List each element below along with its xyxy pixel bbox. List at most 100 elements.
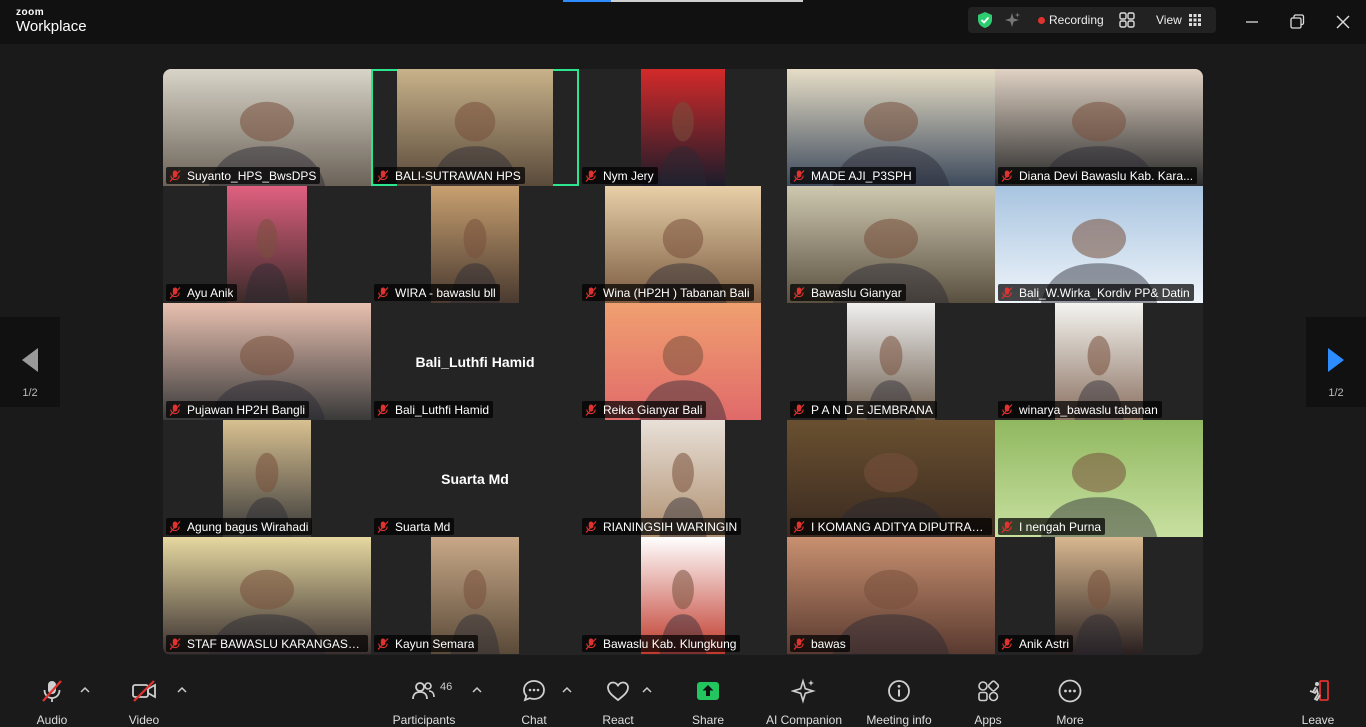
- audio-button[interactable]: Audio: [32, 678, 72, 727]
- participant-tile[interactable]: Bali_W.Wirka_Kordiv PP& Datin: [995, 186, 1203, 303]
- video-options-chevron-icon[interactable]: [177, 686, 187, 694]
- participant-tile[interactable]: Suyanto_HPS_BwsDPS: [163, 69, 371, 186]
- muted-mic-icon: [1001, 403, 1013, 416]
- participant-tile[interactable]: Diana Devi Bawaslu Kab. Kara...: [995, 69, 1203, 186]
- react-options-chevron-icon[interactable]: [642, 686, 652, 694]
- participants-options-chevron-icon[interactable]: [472, 686, 482, 694]
- participant-name-tag: Suarta Md: [374, 518, 455, 535]
- shield-check-icon[interactable]: [976, 11, 994, 29]
- participant-name-tag: winarya_bawaslu tabanan: [998, 401, 1162, 418]
- participant-name: MADE AJI_P3SPH: [811, 168, 912, 183]
- participant-name: Wina (HP2H ) Tabanan Bali: [603, 285, 750, 300]
- participant-tile[interactable]: Bawaslu Gianyar: [787, 186, 995, 303]
- participant-tile[interactable]: RIANINGSIH WARINGIN: [579, 420, 787, 537]
- brand-top: zoom: [16, 7, 45, 18]
- info-icon: [888, 680, 910, 702]
- title-bar: zoom Workplace Recording View: [0, 0, 1366, 44]
- participant-name-tag: BALI-SUTRAWAN HPS: [374, 167, 525, 184]
- audio-options-chevron-icon[interactable]: [80, 686, 90, 694]
- muted-mic-icon: [585, 403, 597, 416]
- heart-icon: [607, 681, 629, 702]
- meeting-toolbar: Audio Video Participants 46 Chat React S…: [0, 670, 1366, 727]
- participant-tile[interactable]: WIRA - bawaslu bll: [371, 186, 579, 303]
- participant-name: Bali_W.Wirka_Kordiv PP& Datin: [1019, 285, 1190, 300]
- video-button[interactable]: Video: [124, 678, 164, 727]
- participant-tile[interactable]: Pujawan HP2H Bangli: [163, 303, 371, 420]
- muted-mic-icon: [793, 169, 805, 182]
- muted-mic-icon: [1001, 637, 1013, 650]
- previous-page-button[interactable]: 1/2: [0, 317, 60, 407]
- participant-tile[interactable]: Reika Gianyar Bali: [579, 303, 787, 420]
- participant-name-tag: Bawaslu Kab. Klungkung: [582, 635, 741, 652]
- participant-name-tag: STAF BAWASLU KARANGASE...: [166, 635, 368, 652]
- muted-mic-icon: [793, 286, 805, 299]
- ai-companion-sparkle-icon: [791, 678, 816, 704]
- participant-tile[interactable]: STAF BAWASLU KARANGASE...: [163, 537, 371, 654]
- chat-options-chevron-icon[interactable]: [562, 686, 572, 694]
- close-icon[interactable]: [1331, 10, 1355, 34]
- participant-name: Suarta Md: [395, 519, 451, 534]
- participant-tile[interactable]: MADE AJI_P3SPH: [787, 69, 995, 186]
- gallery-grid-icon[interactable]: [1186, 11, 1204, 29]
- participant-name: I KOMANG ADITYA DIPUTRA_...: [811, 519, 988, 534]
- participant-tile[interactable]: Bali_Luthfi Hamid Bali_Luthfi Hamid: [371, 303, 579, 420]
- share-label: Share: [691, 713, 725, 727]
- apps-button[interactable]: Apps: [968, 678, 1008, 727]
- participant-video: [227, 186, 307, 303]
- participant-name: Kayun Semara: [395, 636, 475, 651]
- participant-name-tag: Kayun Semara: [374, 635, 479, 652]
- muted-mic-icon: [793, 403, 805, 416]
- leave-exit-icon: [1309, 680, 1329, 702]
- page-indicator-right: 1/2: [1328, 387, 1344, 399]
- chat-button[interactable]: Chat: [514, 678, 554, 727]
- muted-mic-icon: [377, 169, 389, 182]
- participant-name-tag: I KOMANG ADITYA DIPUTRA_...: [790, 518, 992, 535]
- participant-name: BALI-SUTRAWAN HPS: [395, 168, 521, 183]
- more-label: More: [1056, 713, 1084, 727]
- participant-tile[interactable]: Bawaslu Kab. Klungkung: [579, 537, 787, 654]
- react-button[interactable]: React: [598, 678, 638, 727]
- participant-tile[interactable]: Wina (HP2H ) Tabanan Bali: [579, 186, 787, 303]
- ai-sparkle-icon[interactable]: [1003, 11, 1021, 29]
- participant-name-tag: Suyanto_HPS_BwsDPS: [166, 167, 321, 184]
- participant-tile[interactable]: bawas: [787, 537, 995, 654]
- grid-view-icon[interactable]: [1118, 11, 1136, 29]
- participant-tile[interactable]: BALI-SUTRAWAN HPS: [371, 69, 579, 186]
- muted-mic-icon: [377, 286, 389, 299]
- meeting-info-label: Meeting info: [866, 713, 932, 727]
- muted-mic-icon: [793, 637, 805, 650]
- participant-name-tag: MADE AJI_P3SPH: [790, 167, 916, 184]
- participant-name: Pujawan HP2H Bangli: [187, 402, 306, 417]
- meeting-info-button[interactable]: Meeting info: [862, 678, 936, 727]
- view-button[interactable]: View: [1156, 13, 1182, 27]
- participant-tile[interactable]: Agung bagus Wirahadi: [163, 420, 371, 537]
- muted-mic-icon: [1001, 520, 1013, 533]
- participant-name-tag: Anik Astri: [998, 635, 1074, 652]
- leave-button[interactable]: Leave: [1298, 678, 1338, 727]
- participant-tile[interactable]: P A N D E JEMBRANA: [787, 303, 995, 420]
- muted-mic-icon: [585, 169, 597, 182]
- video-label: Video: [128, 713, 160, 727]
- participant-name: Reika Gianyar Bali: [603, 402, 703, 417]
- participant-tile[interactable]: I nengah Purna: [995, 420, 1203, 537]
- participant-tile[interactable]: Anik Astri: [995, 537, 1203, 654]
- participant-name: Bali_Luthfi Hamid: [395, 402, 490, 417]
- chat-label: Chat: [521, 713, 547, 727]
- ai-companion-button[interactable]: AI Companion: [764, 678, 844, 727]
- participant-tile[interactable]: Nym Jery: [579, 69, 787, 186]
- participant-name: Suyanto_HPS_BwsDPS: [187, 168, 317, 183]
- next-page-button[interactable]: 1/2: [1306, 317, 1366, 407]
- share-button[interactable]: Share: [688, 678, 728, 727]
- recording-label[interactable]: Recording: [1049, 13, 1104, 27]
- participant-tile[interactable]: Ayu Anik: [163, 186, 371, 303]
- participant-tile[interactable]: Kayun Semara: [371, 537, 579, 654]
- more-button[interactable]: More: [1050, 678, 1090, 727]
- participant-name-tag: Reika Gianyar Bali: [582, 401, 707, 418]
- restore-icon[interactable]: [1285, 10, 1309, 34]
- participant-name: Anik Astri: [1019, 636, 1070, 651]
- participant-tile[interactable]: Suarta Md Suarta Md: [371, 420, 579, 537]
- participant-tile[interactable]: winarya_bawaslu tabanan: [995, 303, 1203, 420]
- participant-tile[interactable]: I KOMANG ADITYA DIPUTRA_...: [787, 420, 995, 537]
- arrow-right-icon: [1328, 348, 1344, 372]
- minimize-icon[interactable]: [1240, 10, 1264, 34]
